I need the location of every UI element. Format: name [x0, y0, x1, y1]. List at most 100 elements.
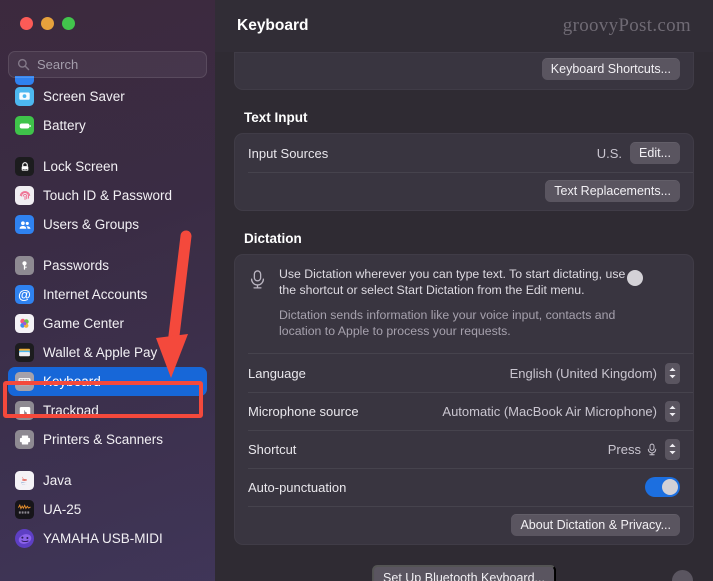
auto-punctuation-row: Auto-punctuation	[235, 468, 693, 506]
toggle-knob	[627, 270, 643, 286]
sidebar-item-label: UA-25	[43, 502, 82, 517]
main-pane: Keyboard groovyPost.com Keyboard Shortcu…	[215, 0, 713, 581]
printer-icon	[15, 430, 34, 449]
language-label: Language	[248, 365, 306, 381]
battery-icon	[15, 116, 34, 135]
microphone-icon	[248, 267, 268, 339]
touch-id-icon	[15, 186, 34, 205]
sidebar-item-users-groups[interactable]: Users & Groups	[8, 210, 207, 239]
keyboard-icon	[15, 372, 34, 391]
setup-bluetooth-keyboard-button[interactable]: Set Up Bluetooth Keyboard...	[372, 565, 556, 581]
sidebar-item-touch-id-password[interactable]: Touch ID & Password	[8, 181, 207, 210]
auto-punctuation-toggle[interactable]	[645, 477, 680, 497]
dictation-description-primary: Use Dictation wherever you can type text…	[279, 267, 626, 297]
shortcut-mic-glyph-icon	[646, 442, 658, 457]
sidebar-item-trackpad[interactable]: Trackpad	[8, 396, 207, 425]
sidebar-item-label: Users & Groups	[43, 217, 140, 232]
text-input-card: Input Sources U.S. Edit... Text Replacem…	[234, 133, 694, 211]
dictation-section-title: Dictation	[244, 231, 302, 246]
sidebar-item-label: YAMAHA USB-MIDI	[43, 531, 163, 546]
keyboard-shortcuts-card: Keyboard Shortcuts...	[234, 52, 694, 90]
dictation-toggle-wrap	[627, 267, 680, 339]
sidebar-group-separator	[0, 140, 215, 152]
text-replacements-button[interactable]: Text Replacements...	[545, 180, 680, 202]
dictation-description-secondary: Dictation sends information like your vo…	[279, 308, 616, 338]
about-dictation-privacy-button[interactable]: About Dictation & Privacy...	[511, 514, 680, 536]
sidebar-item-label: Touch ID & Password	[43, 188, 173, 203]
sidebar-item-label: Screen Saver	[43, 89, 125, 104]
traffic-lights	[20, 17, 75, 30]
maximize-button[interactable]	[62, 17, 75, 30]
settings-content[interactable]: Keyboard Shortcuts... Text Input Input S…	[215, 52, 713, 581]
sidebar-item-passwords[interactable]: Passwords	[8, 251, 207, 280]
system-settings-window: Search Screen Saver Battery Lock Screen …	[0, 0, 713, 581]
sidebar-item-printers-scanners[interactable]: Printers & Scanners	[8, 425, 207, 454]
sidebar-item-label: Internet Accounts	[43, 287, 148, 302]
sidebar-item-screen-saver[interactable]: Screen Saver	[8, 82, 207, 111]
game-center-icon	[15, 314, 34, 333]
sidebar-item-java[interactable]: Java	[8, 466, 207, 495]
minimize-button[interactable]	[41, 17, 54, 30]
dictation-card: Use Dictation wherever you can type text…	[234, 254, 694, 545]
sidebar-item-lock-screen[interactable]: Lock Screen	[8, 152, 207, 181]
search-icon	[17, 58, 30, 71]
at-sign-icon: @	[15, 285, 34, 304]
about-dictation-row: About Dictation & Privacy...	[235, 506, 693, 544]
screen-saver-icon	[15, 87, 34, 106]
sidebar-item-yamaha-usb-midi[interactable]: YAMAHA USB-MIDI	[8, 524, 207, 553]
search-field[interactable]: Search	[8, 51, 207, 78]
sidebar-item-ua-25[interactable]: UA-25	[8, 495, 207, 524]
search-box[interactable]: Search	[8, 51, 207, 78]
trackpad-icon	[15, 401, 34, 420]
sidebar-item-wallet-apple-pay[interactable]: Wallet & Apple Pay	[8, 338, 207, 367]
sidebar-list[interactable]: Screen Saver Battery Lock Screen Touch I…	[0, 78, 215, 581]
text-input-section-title: Text Input	[244, 110, 308, 125]
language-stepper[interactable]	[665, 362, 680, 384]
title-bar: Keyboard groovyPost.com	[215, 0, 713, 52]
sidebar-item-game-center[interactable]: Game Center	[8, 309, 207, 338]
sidebar: Search Screen Saver Battery Lock Screen …	[0, 0, 215, 581]
bottom-toolbar: Set Up Bluetooth Keyboard...	[215, 563, 713, 581]
page-title: Keyboard	[237, 17, 309, 34]
sidebar-item-label: Java	[43, 473, 72, 488]
sidebar-item-label: Trackpad	[43, 403, 99, 418]
auto-punctuation-label: Auto-punctuation	[248, 479, 347, 495]
text-replacements-row: Text Replacements...	[235, 172, 693, 210]
edit-input-sources-button[interactable]: Edit...	[630, 142, 680, 164]
language-value: English (United Kingdom)	[509, 365, 657, 381]
wallet-icon	[15, 343, 34, 362]
microphone-source-stepper[interactable]	[665, 400, 680, 422]
sidebar-item-label: Game Center	[43, 316, 125, 331]
sidebar-item-label: Wallet & Apple Pay	[43, 345, 158, 360]
sidebar-item-label: Printers & Scanners	[43, 432, 164, 447]
dictation-microphone-source-row[interactable]: Microphone source Automatic (MacBook Air…	[235, 392, 693, 430]
sidebar-item-battery[interactable]: Battery	[8, 111, 207, 140]
sidebar-item-label: Passwords	[43, 258, 110, 273]
input-sources-row: Input Sources U.S. Edit...	[235, 134, 693, 172]
help-button[interactable]	[672, 570, 693, 581]
keyboard-shortcuts-row: Keyboard Shortcuts...	[235, 53, 693, 89]
input-sources-label: Input Sources	[248, 145, 329, 161]
toggle-knob	[662, 479, 678, 495]
dictation-texts: Use Dictation wherever you can type text…	[279, 267, 634, 339]
sidebar-item-internet-accounts[interactable]: @ Internet Accounts	[8, 280, 207, 309]
ua25-icon	[15, 500, 34, 519]
key-icon	[15, 256, 34, 275]
sidebar-item-keyboard[interactable]: Keyboard	[8, 367, 207, 396]
dictation-description-row: Use Dictation wherever you can type text…	[235, 255, 693, 343]
yamaha-midi-icon	[15, 529, 34, 548]
dictation-language-row[interactable]: Language English (United Kingdom)	[235, 354, 693, 392]
shortcut-stepper[interactable]	[665, 438, 680, 460]
keyboard-shortcuts-button[interactable]: Keyboard Shortcuts...	[541, 58, 680, 80]
watermark: groovyPost.com	[562, 15, 691, 36]
close-button[interactable]	[20, 17, 33, 30]
microphone-source-value: Automatic (MacBook Air Microphone)	[442, 403, 657, 419]
input-sources-value: U.S.	[596, 145, 623, 161]
sidebar-item-label: Battery	[43, 118, 86, 133]
sidebar-group-separator	[0, 454, 215, 466]
search-placeholder: Search	[37, 57, 79, 72]
sidebar-item-label: Lock Screen	[43, 159, 119, 174]
shortcut-value: Press	[607, 441, 641, 457]
sidebar-group-separator	[0, 239, 215, 251]
dictation-shortcut-row[interactable]: Shortcut Press	[235, 430, 693, 468]
